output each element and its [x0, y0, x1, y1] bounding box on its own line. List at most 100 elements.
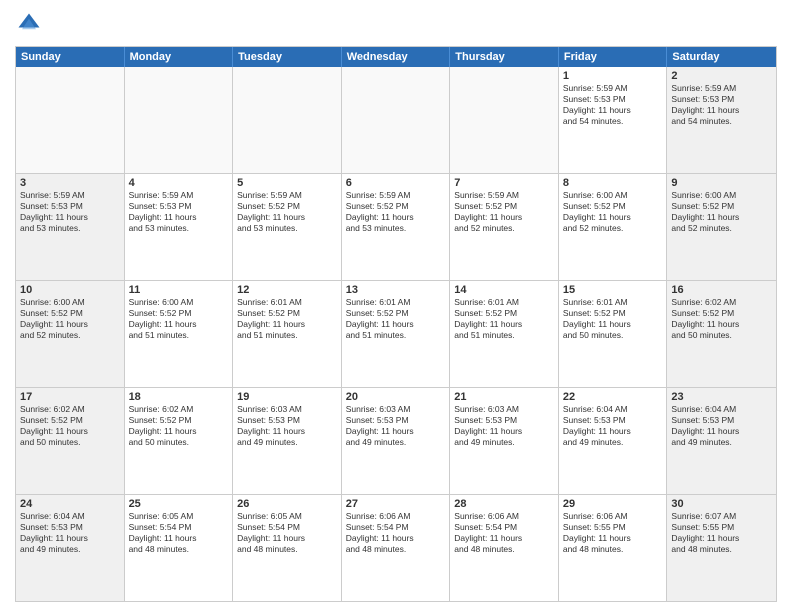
cell-info: Sunrise: 5:59 AM Sunset: 5:53 PM Dayligh… [563, 83, 663, 127]
calendar-cell: 25Sunrise: 6:05 AM Sunset: 5:54 PM Dayli… [125, 495, 234, 601]
day-number: 16 [671, 284, 772, 296]
calendar-cell: 14Sunrise: 6:01 AM Sunset: 5:52 PM Dayli… [450, 281, 559, 387]
calendar-cell: 26Sunrise: 6:05 AM Sunset: 5:54 PM Dayli… [233, 495, 342, 601]
cell-info: Sunrise: 6:01 AM Sunset: 5:52 PM Dayligh… [563, 297, 663, 341]
day-number: 2 [671, 70, 772, 82]
header-day-wednesday: Wednesday [342, 47, 451, 67]
day-number: 9 [671, 177, 772, 189]
calendar-cell [16, 67, 125, 173]
day-number: 13 [346, 284, 446, 296]
calendar-cell [342, 67, 451, 173]
calendar-row-2: 10Sunrise: 6:00 AM Sunset: 5:52 PM Dayli… [16, 280, 776, 387]
calendar-cell: 17Sunrise: 6:02 AM Sunset: 5:52 PM Dayli… [16, 388, 125, 494]
header-day-monday: Monday [125, 47, 234, 67]
calendar-cell: 21Sunrise: 6:03 AM Sunset: 5:53 PM Dayli… [450, 388, 559, 494]
day-number: 8 [563, 177, 663, 189]
calendar-cell: 9Sunrise: 6:00 AM Sunset: 5:52 PM Daylig… [667, 174, 776, 280]
day-number: 25 [129, 498, 229, 510]
logo-icon [15, 10, 43, 38]
cell-info: Sunrise: 6:05 AM Sunset: 5:54 PM Dayligh… [129, 511, 229, 555]
calendar-cell: 5Sunrise: 5:59 AM Sunset: 5:52 PM Daylig… [233, 174, 342, 280]
calendar-cell: 19Sunrise: 6:03 AM Sunset: 5:53 PM Dayli… [233, 388, 342, 494]
day-number: 30 [671, 498, 772, 510]
calendar-cell: 27Sunrise: 6:06 AM Sunset: 5:54 PM Dayli… [342, 495, 451, 601]
calendar-cell: 4Sunrise: 5:59 AM Sunset: 5:53 PM Daylig… [125, 174, 234, 280]
cell-info: Sunrise: 6:01 AM Sunset: 5:52 PM Dayligh… [346, 297, 446, 341]
day-number: 15 [563, 284, 663, 296]
calendar-row-1: 3Sunrise: 5:59 AM Sunset: 5:53 PM Daylig… [16, 173, 776, 280]
day-number: 11 [129, 284, 229, 296]
cell-info: Sunrise: 6:00 AM Sunset: 5:52 PM Dayligh… [671, 190, 772, 234]
day-number: 6 [346, 177, 446, 189]
calendar-cell: 1Sunrise: 5:59 AM Sunset: 5:53 PM Daylig… [559, 67, 668, 173]
day-number: 12 [237, 284, 337, 296]
calendar-cell: 16Sunrise: 6:02 AM Sunset: 5:52 PM Dayli… [667, 281, 776, 387]
calendar-cell: 6Sunrise: 5:59 AM Sunset: 5:52 PM Daylig… [342, 174, 451, 280]
calendar-row-0: 1Sunrise: 5:59 AM Sunset: 5:53 PM Daylig… [16, 67, 776, 173]
day-number: 17 [20, 391, 120, 403]
cell-info: Sunrise: 6:00 AM Sunset: 5:52 PM Dayligh… [563, 190, 663, 234]
day-number: 21 [454, 391, 554, 403]
header-day-thursday: Thursday [450, 47, 559, 67]
calendar-cell: 12Sunrise: 6:01 AM Sunset: 5:52 PM Dayli… [233, 281, 342, 387]
cell-info: Sunrise: 6:02 AM Sunset: 5:52 PM Dayligh… [129, 404, 229, 448]
calendar-cell: 10Sunrise: 6:00 AM Sunset: 5:52 PM Dayli… [16, 281, 125, 387]
cell-info: Sunrise: 5:59 AM Sunset: 5:52 PM Dayligh… [346, 190, 446, 234]
cell-info: Sunrise: 6:04 AM Sunset: 5:53 PM Dayligh… [671, 404, 772, 448]
calendar-cell [125, 67, 234, 173]
cell-info: Sunrise: 6:04 AM Sunset: 5:53 PM Dayligh… [20, 511, 120, 555]
cell-info: Sunrise: 6:02 AM Sunset: 5:52 PM Dayligh… [671, 297, 772, 341]
cell-info: Sunrise: 6:06 AM Sunset: 5:54 PM Dayligh… [454, 511, 554, 555]
logo [15, 10, 47, 38]
calendar: SundayMondayTuesdayWednesdayThursdayFrid… [15, 46, 777, 602]
calendar-cell: 7Sunrise: 5:59 AM Sunset: 5:52 PM Daylig… [450, 174, 559, 280]
day-number: 23 [671, 391, 772, 403]
cell-info: Sunrise: 6:03 AM Sunset: 5:53 PM Dayligh… [237, 404, 337, 448]
day-number: 19 [237, 391, 337, 403]
day-number: 27 [346, 498, 446, 510]
day-number: 20 [346, 391, 446, 403]
day-number: 14 [454, 284, 554, 296]
calendar-cell: 2Sunrise: 5:59 AM Sunset: 5:53 PM Daylig… [667, 67, 776, 173]
cell-info: Sunrise: 6:01 AM Sunset: 5:52 PM Dayligh… [237, 297, 337, 341]
day-number: 22 [563, 391, 663, 403]
calendar-cell: 18Sunrise: 6:02 AM Sunset: 5:52 PM Dayli… [125, 388, 234, 494]
day-number: 24 [20, 498, 120, 510]
cell-info: Sunrise: 6:00 AM Sunset: 5:52 PM Dayligh… [20, 297, 120, 341]
cell-info: Sunrise: 5:59 AM Sunset: 5:53 PM Dayligh… [129, 190, 229, 234]
calendar-row-3: 17Sunrise: 6:02 AM Sunset: 5:52 PM Dayli… [16, 387, 776, 494]
calendar-cell: 11Sunrise: 6:00 AM Sunset: 5:52 PM Dayli… [125, 281, 234, 387]
cell-info: Sunrise: 5:59 AM Sunset: 5:52 PM Dayligh… [237, 190, 337, 234]
day-number: 26 [237, 498, 337, 510]
cell-info: Sunrise: 6:03 AM Sunset: 5:53 PM Dayligh… [454, 404, 554, 448]
cell-info: Sunrise: 6:00 AM Sunset: 5:52 PM Dayligh… [129, 297, 229, 341]
day-number: 1 [563, 70, 663, 82]
cell-info: Sunrise: 6:05 AM Sunset: 5:54 PM Dayligh… [237, 511, 337, 555]
day-number: 4 [129, 177, 229, 189]
cell-info: Sunrise: 6:07 AM Sunset: 5:55 PM Dayligh… [671, 511, 772, 555]
header-day-sunday: Sunday [16, 47, 125, 67]
day-number: 29 [563, 498, 663, 510]
calendar-cell: 20Sunrise: 6:03 AM Sunset: 5:53 PM Dayli… [342, 388, 451, 494]
calendar-cell [233, 67, 342, 173]
header [15, 10, 777, 38]
cell-info: Sunrise: 5:59 AM Sunset: 5:53 PM Dayligh… [20, 190, 120, 234]
cell-info: Sunrise: 5:59 AM Sunset: 5:53 PM Dayligh… [671, 83, 772, 127]
day-number: 5 [237, 177, 337, 189]
calendar-cell: 22Sunrise: 6:04 AM Sunset: 5:53 PM Dayli… [559, 388, 668, 494]
calendar-cell: 3Sunrise: 5:59 AM Sunset: 5:53 PM Daylig… [16, 174, 125, 280]
calendar-cell: 28Sunrise: 6:06 AM Sunset: 5:54 PM Dayli… [450, 495, 559, 601]
calendar-cell: 13Sunrise: 6:01 AM Sunset: 5:52 PM Dayli… [342, 281, 451, 387]
day-number: 3 [20, 177, 120, 189]
day-number: 18 [129, 391, 229, 403]
header-day-saturday: Saturday [667, 47, 776, 67]
cell-info: Sunrise: 6:02 AM Sunset: 5:52 PM Dayligh… [20, 404, 120, 448]
cell-info: Sunrise: 6:04 AM Sunset: 5:53 PM Dayligh… [563, 404, 663, 448]
day-number: 28 [454, 498, 554, 510]
calendar-cell: 15Sunrise: 6:01 AM Sunset: 5:52 PM Dayli… [559, 281, 668, 387]
calendar-cell: 24Sunrise: 6:04 AM Sunset: 5:53 PM Dayli… [16, 495, 125, 601]
calendar-header: SundayMondayTuesdayWednesdayThursdayFrid… [16, 47, 776, 67]
header-day-tuesday: Tuesday [233, 47, 342, 67]
calendar-row-4: 24Sunrise: 6:04 AM Sunset: 5:53 PM Dayli… [16, 494, 776, 601]
cell-info: Sunrise: 6:01 AM Sunset: 5:52 PM Dayligh… [454, 297, 554, 341]
